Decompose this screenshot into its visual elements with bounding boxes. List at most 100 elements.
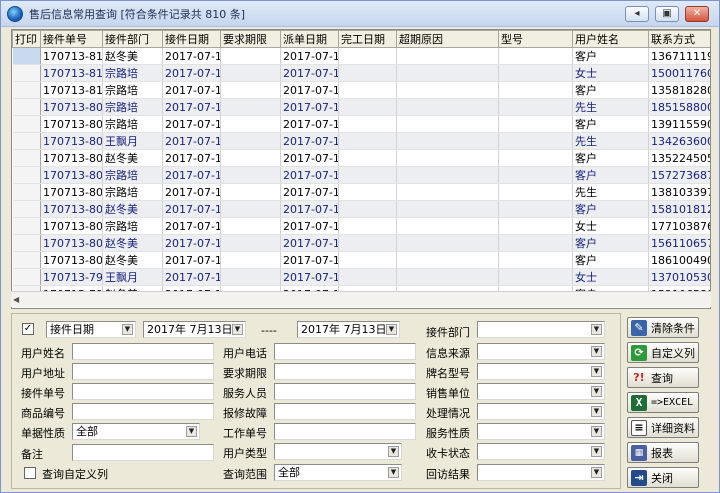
table-cell [12,132,41,150]
details-button[interactable]: ≡ 详细资料 [627,417,699,438]
table-row[interactable]: 170713-801赵冬美2017-07-132017-07-13客户15611… [12,234,710,252]
source-select[interactable]: ▼ [477,343,605,360]
chevron-down-icon[interactable]: ▼ [388,446,399,457]
charge-status-select[interactable]: ▼ [477,443,605,460]
user-name-input[interactable] [72,343,214,360]
main-window: 售后信息常用查询 [符合条件记录共 810 条] ◂ ▣ ✕ 打印 接件单号 接件部… [0,0,720,493]
table-cell [220,81,281,99]
query-button[interactable]: ?! 查询 [627,367,699,388]
date-from-picker[interactable]: 2017年 7月13日 ▼ [143,321,246,338]
chevron-down-icon[interactable]: ▼ [591,324,602,335]
table-cell [498,149,573,167]
table-row[interactable]: 170713-804宗路培2017-07-132017-07-13先生13810… [12,183,710,201]
label-deadline: 要求期限 [223,367,267,380]
staff-input[interactable] [274,383,416,400]
column-header[interactable]: 用户姓名 [572,30,649,48]
table-cell: 2017-07-13 [280,234,339,252]
table-cell: 先生 [572,183,649,201]
column-header[interactable]: 超期原因 [396,30,499,48]
table-row[interactable]: 170713-812赵冬美2017-07-132017-07-13客户13671… [12,47,710,65]
column-header[interactable]: 接件日期 [162,30,221,48]
remark-input[interactable] [72,444,214,461]
order-no-input[interactable] [72,383,214,400]
sales-unit-select[interactable]: ▼ [477,383,605,400]
clear-conditions-button[interactable]: ✎ 清除条件 [627,317,699,338]
column-header[interactable]: 接件部门 [102,30,163,48]
custom-query-checkbox[interactable] [24,467,36,479]
table-cell: 王飘月 [102,132,163,150]
deadline-input[interactable] [274,363,416,380]
table-row[interactable]: 170713-803赵冬美2017-07-132017-07-13客户15810… [12,200,710,218]
column-header[interactable]: 要求期限 [220,30,281,48]
table-cell: 170713-799 [40,268,103,286]
date-filter-checkbox[interactable]: ✓ [22,323,34,335]
table-row[interactable]: 170713-808赵冬美2017-07-132017-07-13客户13522… [12,149,710,167]
chevron-down-icon[interactable]: ▼ [591,386,602,397]
column-header[interactable]: 完工日期 [338,30,397,48]
chevron-down-icon[interactable]: ▼ [591,346,602,357]
close-button[interactable]: ⇥ 关闭 [627,467,699,488]
table-row[interactable]: 170713-809宗路培2017-07-132017-07-13先生18515… [12,98,710,116]
table-cell: 2017-07-13 [162,200,221,218]
table-row[interactable]: 170713-800赵冬美2017-07-132017-07-13客户18610… [12,251,710,269]
doc-type-select[interactable]: 全部 ▼ [72,423,200,440]
table-cell [12,217,41,235]
chevron-down-icon[interactable]: ▼ [591,426,602,437]
table-row[interactable]: 170713-806王飘月2017-07-132017-07-13先生13426… [12,132,710,150]
followup-select[interactable]: ▼ [477,464,605,481]
results-grid[interactable]: 打印 接件单号 接件部门 接件日期 要求期限 派单日期 完工日期 超期原因 型号 用户姓名 联系方式… [11,29,711,309]
table-cell: 170713-811 [40,64,103,82]
product-no-input[interactable] [72,403,214,420]
refresh-icon: ⟳ [631,344,647,361]
user-address-input[interactable] [72,363,214,380]
date-to-picker[interactable]: 2017年 7月13日 ▼ [297,321,400,338]
brand-model-select[interactable]: ▼ [477,363,605,380]
scroll-left-icon[interactable]: ◀ [13,294,23,305]
label-user-name: 用户姓名 [21,347,65,360]
horizontal-scrollbar[interactable]: ◀ [11,291,711,307]
dept-select[interactable]: ▼ [477,321,605,338]
label-brand-model: 牌名型号 [426,367,470,380]
column-header[interactable]: 型号 [498,30,573,48]
service-type-select[interactable]: ▼ [477,423,605,440]
table-cell [220,251,281,269]
table-cell: 2017-07-13 [162,98,221,116]
minimize-button[interactable]: ◂ [625,6,649,22]
report-button[interactable]: ▦ 报表 [627,442,699,463]
chevron-down-icon[interactable]: ▼ [232,324,243,335]
export-excel-button[interactable]: X =>EXCEL [627,392,699,413]
table-row[interactable]: 170713-802宗路培2017-07-132017-07-13女士17710… [12,217,710,235]
table-cell [338,132,397,150]
chevron-down-icon[interactable]: ▼ [591,446,602,457]
close-window-button[interactable]: ✕ [685,6,709,22]
table-row[interactable]: 170713-810宗路培2017-07-132017-07-13客户13581… [12,81,710,99]
table-row[interactable]: 170713-807宗路培2017-07-132017-07-13客户13911… [12,115,710,133]
table-row[interactable]: 170713-799王飘月2017-07-132017-07-13女士13701… [12,268,710,286]
handling-select[interactable]: ▼ [477,403,605,420]
chevron-down-icon[interactable]: ▼ [591,406,602,417]
date-type-select[interactable]: 接件日期 ▼ [46,321,136,338]
table-cell [12,234,41,252]
column-header[interactable]: 打印 [12,30,41,48]
table-icon: ▦ [631,444,647,461]
scope-select[interactable]: 全部 ▼ [274,464,402,481]
table-cell: 1771038760 [648,217,710,235]
chevron-down-icon[interactable]: ▼ [591,366,602,377]
eraser-icon: ✎ [631,319,647,336]
column-header[interactable]: 派单日期 [280,30,339,48]
fault-input[interactable] [274,403,416,420]
user-type-select[interactable]: ▼ [274,443,402,460]
chevron-down-icon[interactable]: ▼ [122,324,133,335]
chevron-down-icon[interactable]: ▼ [591,467,602,478]
table-row[interactable]: 170713-805宗路培2017-07-132017-07-13客户15727… [12,166,710,184]
table-row[interactable]: 170713-811宗路培2017-07-132017-07-13女士15001… [12,64,710,82]
chevron-down-icon[interactable]: ▼ [388,467,399,478]
chevron-down-icon[interactable]: ▼ [386,324,397,335]
maximize-button[interactable]: ▣ [655,6,679,22]
column-header[interactable]: 接件单号 [40,30,103,48]
column-header[interactable]: 联系方式 [648,30,710,48]
user-phone-input[interactable] [274,343,416,360]
chevron-down-icon[interactable]: ▼ [186,426,197,437]
work-no-input[interactable] [274,423,416,440]
custom-columns-button[interactable]: ⟳ 自定义列 [627,342,699,363]
